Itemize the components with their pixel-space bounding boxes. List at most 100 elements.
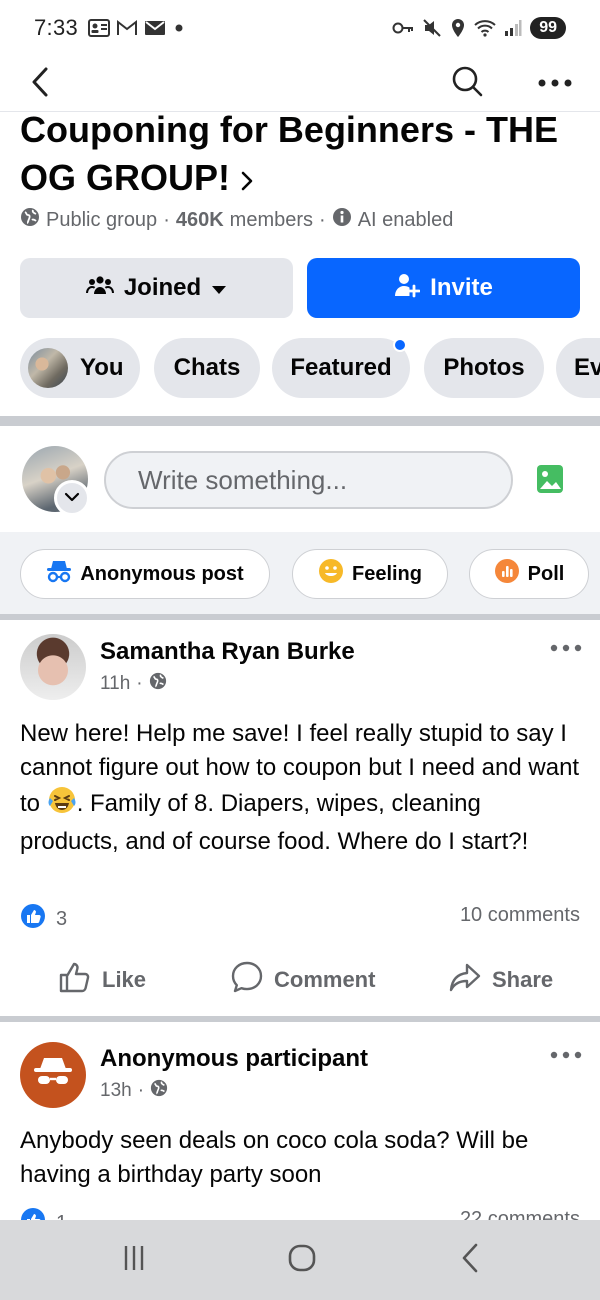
notification-icons (88, 19, 186, 37)
like-label: Like (102, 967, 147, 992)
android-navigation-bar (0, 1220, 600, 1300)
section-divider (0, 614, 600, 620)
add-person-icon (394, 272, 421, 305)
poll-icon (494, 558, 520, 590)
globe-icon (150, 1079, 168, 1103)
incognito-icon (32, 1055, 74, 1096)
anonymous-icon (46, 559, 72, 589)
comment-count[interactable]: 10 comments (460, 904, 580, 927)
meta-dot: · (136, 673, 143, 694)
comment-bubble-icon (230, 960, 264, 1000)
anonymous-post-label: Anonymous post (80, 562, 244, 585)
tab-chats[interactable]: Chats (154, 338, 260, 398)
photo-icon (536, 465, 564, 500)
ai-status: AI enabled (357, 208, 454, 231)
meta-dot: · (137, 1080, 145, 1101)
top-nav-bar (0, 56, 600, 112)
profile-switch-button[interactable] (54, 480, 90, 516)
more-icon (550, 1046, 582, 1064)
group-meta: Public group · 460K members · AI enabled (20, 207, 453, 233)
more-options-button[interactable] (534, 62, 576, 104)
key-icon (392, 20, 414, 36)
tab-you-label: You (80, 354, 124, 381)
reactions-summary[interactable]: 3 (20, 903, 67, 935)
post-author-name[interactable]: Anonymous participant (100, 1045, 368, 1073)
search-button[interactable] (446, 62, 488, 104)
share-button[interactable]: Share (448, 960, 553, 1000)
tab-photos[interactable]: Photos (424, 338, 544, 398)
anonymous-avatar[interactable] (20, 1042, 86, 1108)
members-label: members (229, 208, 314, 231)
share-arrow-icon (448, 960, 482, 1000)
more-icon (550, 639, 582, 657)
section-divider (0, 1016, 600, 1022)
tab-events[interactable]: Ev (556, 338, 600, 398)
feeling-label: Feeling (351, 562, 422, 585)
globe-icon (20, 207, 40, 233)
search-icon (451, 65, 483, 102)
comment-button[interactable]: Comment (230, 960, 375, 1000)
post-body[interactable]: Anybody seen deals on coco cola soda? Wi… (20, 1124, 585, 1192)
post-author-name[interactable]: Samantha Ryan Burke (100, 638, 355, 666)
post-timestamp: 13h · (100, 1079, 168, 1103)
post-body[interactable]: New here! Help me save! I feel really st… (20, 717, 585, 859)
post-author-avatar[interactable] (20, 634, 86, 700)
system-back-button[interactable] (450, 1240, 490, 1280)
recent-apps-button[interactable] (114, 1240, 154, 1280)
chevron-right-icon (240, 156, 254, 196)
contact-card-icon (88, 19, 111, 37)
battery-indicator: 99 (530, 17, 566, 39)
share-label: Share (492, 967, 554, 992)
back-arrow-icon (30, 66, 50, 103)
back-button[interactable] (20, 64, 60, 104)
status-time: 7:33 (34, 15, 79, 40)
meta-separator: · (319, 208, 326, 231)
post-options-button[interactable] (546, 636, 586, 660)
post-options-button[interactable] (546, 1043, 586, 1067)
recent-apps-icon (120, 1244, 148, 1277)
tab-featured-label: Featured (290, 354, 392, 381)
gmail-icon (116, 19, 138, 37)
invite-button[interactable]: Invite (307, 258, 580, 318)
tab-you[interactable]: You (20, 338, 140, 398)
status-bar: 7:33 99 (0, 0, 600, 56)
tab-photos-label: Photos (443, 354, 525, 381)
more-icon (538, 74, 572, 92)
joined-button[interactable]: Joined (20, 258, 293, 318)
meta-separator: · (163, 208, 170, 231)
poll-button[interactable]: Poll (469, 549, 589, 599)
group-tabs: You Chats Featured Photos Ev (20, 338, 600, 398)
smiley-icon (318, 558, 344, 590)
write-something-input[interactable]: Write something... (104, 451, 513, 509)
tab-events-label: Ev (574, 354, 600, 381)
group-members-icon (85, 274, 114, 303)
tab-chats-label: Chats (173, 354, 241, 381)
section-divider (0, 416, 600, 426)
privacy-label: Public group (46, 208, 158, 231)
joined-label: Joined (123, 274, 202, 301)
feeling-button[interactable]: Feeling (292, 549, 448, 599)
members-count: 460K (175, 208, 224, 231)
tab-featured[interactable]: Featured (272, 338, 410, 398)
dot-icon (172, 21, 186, 35)
group-title: Couponing for Beginners - THE OG GROUP! (20, 109, 558, 196)
globe-icon (149, 672, 167, 696)
anonymous-post-button[interactable]: Anonymous post (20, 549, 270, 599)
comment-label: Comment (274, 967, 376, 992)
caret-down-icon (211, 274, 227, 302)
home-button[interactable] (282, 1240, 322, 1280)
back-chevron-icon (460, 1243, 480, 1278)
signal-icon (504, 19, 522, 37)
group-title-link[interactable]: Couponing for Beginners - THE OG GROUP! (20, 106, 590, 196)
chevron-down-icon (64, 489, 80, 507)
thumbs-up-icon (58, 960, 92, 1000)
system-icons: 99 (392, 17, 566, 39)
wifi-icon (474, 19, 496, 37)
composer-placeholder: Write something... (138, 464, 348, 495)
home-icon (287, 1243, 317, 1278)
like-reaction-icon (20, 903, 46, 935)
mail-icon (144, 19, 166, 37)
add-photo-button[interactable] (536, 462, 564, 496)
like-button[interactable]: Like (58, 960, 146, 1000)
laughing-tears-emoji-icon (47, 785, 77, 825)
